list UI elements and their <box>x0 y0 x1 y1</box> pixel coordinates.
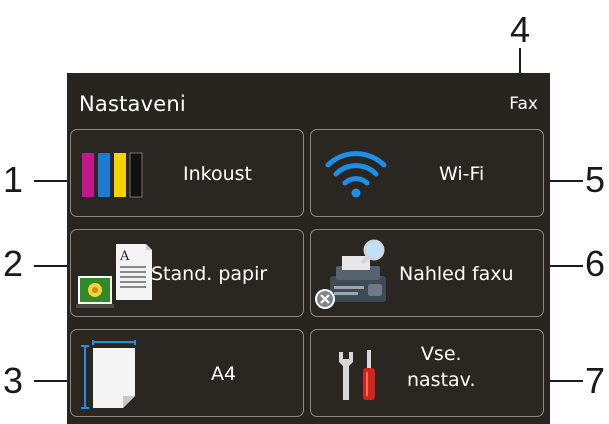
wrench-screwdriver-icon <box>333 348 383 404</box>
wifi-button[interactable]: Wi-Fi <box>310 129 544 217</box>
all-settings-label-line2: nastav. <box>407 368 476 391</box>
all-settings-button[interactable]: Vse. nastav. <box>310 329 544 417</box>
paper-size-icon <box>81 340 141 412</box>
wifi-label: Wi-Fi <box>439 163 485 185</box>
lcd-screen: Nastaveni Fax Inkoust Wi-Fi A Stand. pap… <box>67 73 550 424</box>
svg-text:A: A <box>119 249 130 264</box>
all-settings-label-line1: Vse. <box>420 343 462 365</box>
callout-6: 6 <box>585 243 606 284</box>
mode-label: Fax <box>509 94 538 114</box>
ink-label: Inkoust <box>183 163 252 185</box>
callout-4: 4 <box>510 9 531 50</box>
callout-5: 5 <box>585 159 606 200</box>
leader-line-5 <box>545 180 583 182</box>
fax-preview-button[interactable]: Nahled faxu <box>310 229 544 317</box>
paper-type-button[interactable]: A Stand. papir <box>70 229 304 317</box>
ink-button[interactable]: Inkoust <box>70 129 304 217</box>
all-settings-label: Vse. nastav. <box>407 342 476 393</box>
callout-2: 2 <box>3 243 24 284</box>
wifi-icon <box>325 150 387 200</box>
ink-cartridges-icon <box>81 152 151 198</box>
paper-type-label: Stand. papir <box>151 263 268 285</box>
screen-title: Nastaveni <box>79 92 186 116</box>
paper-size-button[interactable]: A4 <box>70 329 304 417</box>
fax-preview-icon <box>314 236 400 312</box>
fax-preview-label: Nahled faxu <box>399 263 514 285</box>
paper-size-label: A4 <box>211 363 237 385</box>
callout-7: 7 <box>585 360 606 401</box>
paper-type-icon: A <box>76 240 154 310</box>
callout-1: 1 <box>3 159 24 200</box>
leader-line-6 <box>545 265 583 267</box>
callout-3: 3 <box>3 360 24 401</box>
leader-line-7 <box>545 380 583 382</box>
